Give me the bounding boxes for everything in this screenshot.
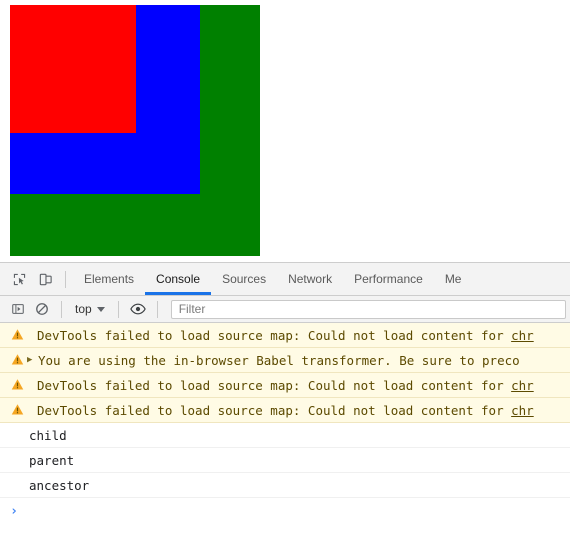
console-sidebar-icon[interactable] (6, 298, 30, 320)
console-message-text: parent (29, 453, 75, 468)
chevron-down-icon (96, 306, 105, 312)
page-viewport (0, 0, 570, 262)
console-message-log[interactable]: ancestor (0, 473, 570, 498)
source-link[interactable]: chr (511, 378, 534, 393)
filter-input[interactable]: Filter (170, 299, 566, 319)
console-message-list[interactable]: DevTools failed to load source map: Coul… (0, 323, 570, 539)
filter-placeholder: Filter (178, 302, 206, 316)
execution-context-label: top (75, 302, 92, 316)
console-toolbar-divider-1 (61, 300, 62, 318)
console-message-text: DevTools failed to load source map: Coul… (37, 378, 534, 393)
tab-network[interactable]: Network (277, 263, 343, 295)
tab-console[interactable]: Console (145, 263, 212, 295)
source-link[interactable]: chr (511, 328, 534, 343)
warning-icon (8, 378, 26, 391)
tab-memory[interactable]: Me (434, 263, 473, 295)
child-box (10, 5, 136, 133)
console-message-text: DevTools failed to load source map: Coul… (37, 403, 534, 418)
prompt-chevron-icon: › (10, 504, 18, 519)
console-toolbar: top Filter (0, 296, 570, 323)
tab-sources[interactable]: Sources (211, 263, 277, 295)
console-message-text: child (29, 428, 67, 443)
console-message-text: You are using the in-browser Babel trans… (38, 353, 520, 368)
device-toolbar-icon[interactable] (32, 266, 58, 292)
devtools-tabstrip: Elements Console Sources Network Perform… (0, 263, 570, 296)
warning-icon (8, 353, 26, 366)
console-message-log[interactable]: parent (0, 448, 570, 473)
source-link[interactable]: chr (511, 403, 534, 418)
devtools-panel: Elements Console Sources Network Perform… (0, 262, 570, 539)
warning-icon (8, 403, 26, 416)
execution-context-selector[interactable]: top (69, 299, 111, 319)
clear-console-icon[interactable] (30, 298, 54, 320)
tab-elements[interactable]: Elements (73, 263, 145, 295)
console-message-warning[interactable]: DevTools failed to load source map: Coul… (0, 323, 570, 348)
console-prompt-input[interactable] (28, 503, 570, 520)
console-message-text: DevTools failed to load source map: Coul… (37, 328, 534, 343)
live-expression-icon[interactable] (126, 298, 150, 320)
console-message-text: ancestor (29, 478, 90, 493)
tab-performance[interactable]: Performance (343, 263, 434, 295)
console-toolbar-divider-2 (117, 300, 119, 318)
console-message-log[interactable]: child (0, 423, 570, 448)
console-message-warning[interactable]: DevTools failed to load source map: Coul… (0, 398, 570, 423)
console-message-warning[interactable]: ▶ You are using the in-browser Babel tra… (0, 348, 570, 373)
console-toolbar-divider-3 (156, 300, 158, 318)
console-message-warning[interactable]: DevTools failed to load source map: Coul… (0, 373, 570, 398)
console-prompt-row[interactable]: › (0, 498, 570, 525)
expand-triangle-icon[interactable]: ▶ (26, 352, 38, 369)
inspect-element-icon[interactable] (6, 266, 32, 292)
toolbar-divider (65, 270, 66, 288)
warning-icon (8, 328, 26, 341)
